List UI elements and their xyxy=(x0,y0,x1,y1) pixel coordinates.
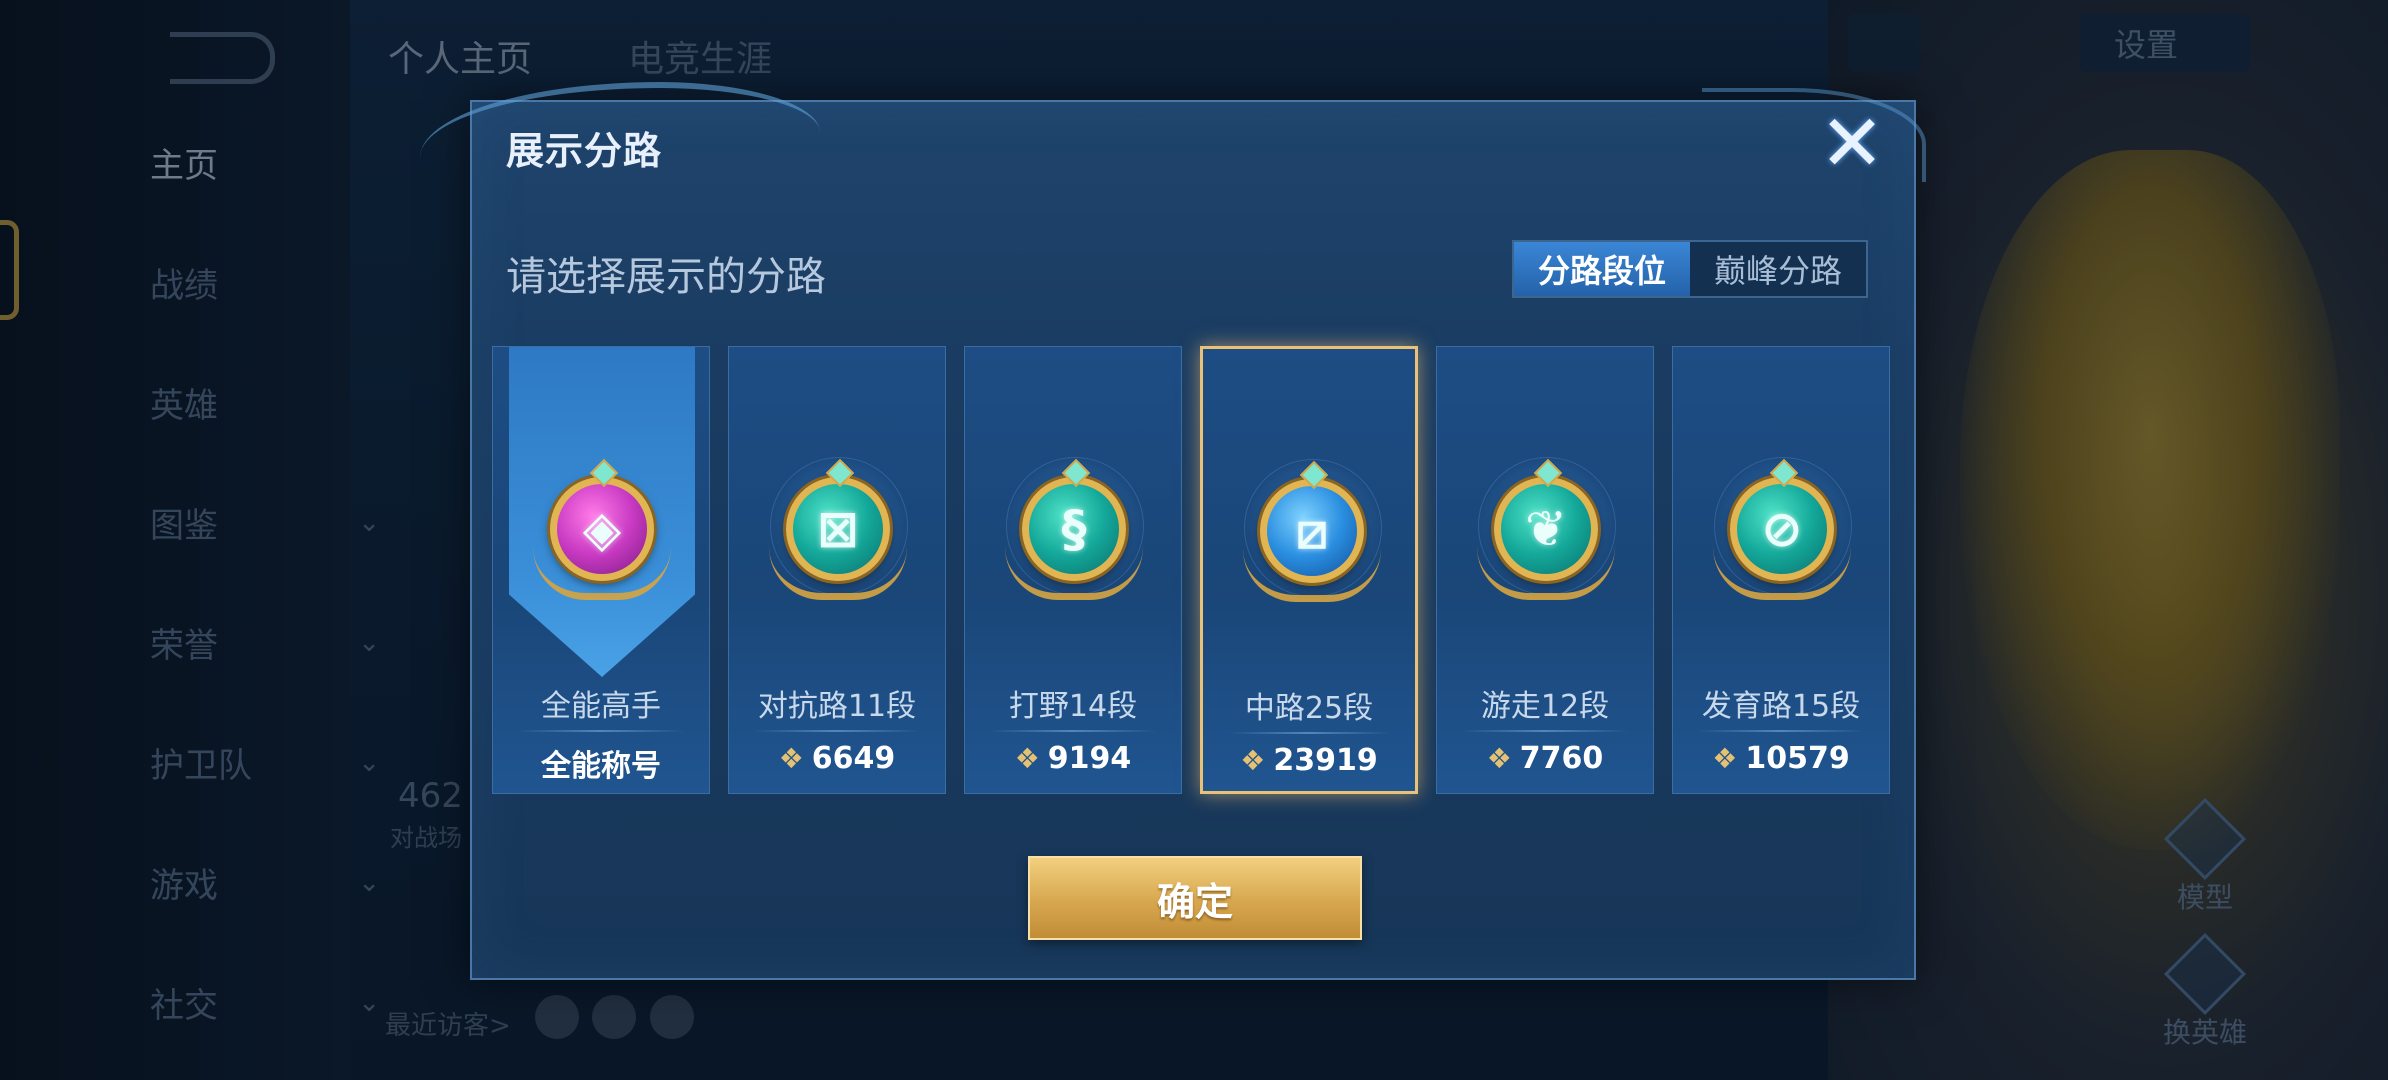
lane-points-value: 6649 xyxy=(811,741,896,776)
dialog-subtitle: 请选择展示的分路 xyxy=(506,254,826,300)
lane-points: ❖ 9194 xyxy=(965,741,1181,776)
medal-glyph: ◈ xyxy=(582,500,622,558)
lane-points: ❖ 7760 xyxy=(1437,741,1653,776)
medal-glyph: ⊠ xyxy=(817,500,859,558)
medal-glyph: § xyxy=(1061,500,1087,558)
points-icon: ❖ xyxy=(1712,742,1738,775)
divider xyxy=(753,730,921,732)
lane-points: 全能称号 xyxy=(493,741,709,785)
divider xyxy=(1697,730,1865,732)
lane-rank-label: 中路25段 xyxy=(1244,691,1374,726)
lane-display-dialog: 展示分路 ✕ 请选择展示的分路 分路段位 巅峰分路 ◈ 全能高手全能称号 ⊠ 对抗路1… xyxy=(420,82,1926,980)
toggle-lane-rank[interactable]: 分路段位 xyxy=(1514,242,1690,296)
divider xyxy=(517,730,685,732)
lane-points-value: 9194 xyxy=(1047,741,1132,776)
medal-glyph: ⊘ xyxy=(1761,500,1803,558)
medal-glyph: ❦ xyxy=(1525,500,1567,558)
lane-card-list: ◈ 全能高手 全能称号 ⊠ 对抗路11段 ❖ 6649 § 打野14段 ❖ 9194 ⧄ 中路25段 ❖ 2… xyxy=(492,346,1902,796)
lane-mode-toggle: 分路段位 巅峰分路 xyxy=(1512,240,1868,298)
lane-card[interactable]: § 打野14段 ❖ 9194 xyxy=(964,346,1182,794)
farm-lane-icon: ⊘ xyxy=(1730,477,1834,581)
mid-lane-icon: ⧄ xyxy=(1260,479,1364,583)
close-button[interactable]: ✕ xyxy=(1819,105,1884,183)
points-icon: ❖ xyxy=(1240,744,1266,777)
lane-rank-label: 游走12段 xyxy=(1480,689,1610,724)
close-icon: ✕ xyxy=(1819,99,1885,189)
confirm-button[interactable]: 确定 xyxy=(1028,856,1362,940)
lane-points: ❖ 6649 xyxy=(729,741,945,776)
lane-rank-label: 对抗路11段 xyxy=(757,689,917,724)
toggle-peak-lane[interactable]: 巅峰分路 xyxy=(1690,242,1866,296)
divider xyxy=(1461,730,1629,732)
lane-card[interactable]: ❦ 游走12段 ❖ 7760 xyxy=(1436,346,1654,794)
lane-points-value: 全能称号 xyxy=(541,749,661,784)
divider xyxy=(1227,732,1391,734)
points-icon: ❖ xyxy=(1486,742,1512,775)
lane-rank-label: 全能高手 xyxy=(541,689,661,724)
divider xyxy=(989,730,1157,732)
points-icon: ❖ xyxy=(1014,742,1040,775)
lane-card[interactable]: ⧄ 中路25段 ❖ 23919 xyxy=(1200,346,1418,794)
lane-points-value: 10579 xyxy=(1745,741,1850,776)
jungle-dragon-icon: § xyxy=(1022,477,1126,581)
clash-lane-icon: ⊠ xyxy=(786,477,890,581)
roam-wings-icon: ❦ xyxy=(1494,477,1598,581)
lane-card[interactable]: ◈ 全能高手全能称号 xyxy=(492,346,710,794)
lane-points: ❖ 10579 xyxy=(1673,741,1889,776)
lane-rank-label: 打野14段 xyxy=(1008,689,1138,724)
points-icon: ❖ xyxy=(778,742,804,775)
lane-rank-label: 发育路15段 xyxy=(1701,689,1861,724)
lane-card[interactable]: ⊘ 发育路15段 ❖ 10579 xyxy=(1672,346,1890,794)
lane-points-value: 7760 xyxy=(1519,741,1604,776)
lane-points: ❖ 23919 xyxy=(1203,743,1415,778)
all-round-icon: ◈ xyxy=(550,477,654,581)
dialog-title: 展示分路 xyxy=(506,129,663,173)
lane-points-value: 23919 xyxy=(1273,743,1378,778)
lane-card[interactable]: ⊠ 对抗路11段 ❖ 6649 xyxy=(728,346,946,794)
decorative-swirl xyxy=(1702,88,1926,182)
medal-glyph: ⧄ xyxy=(1296,501,1328,560)
